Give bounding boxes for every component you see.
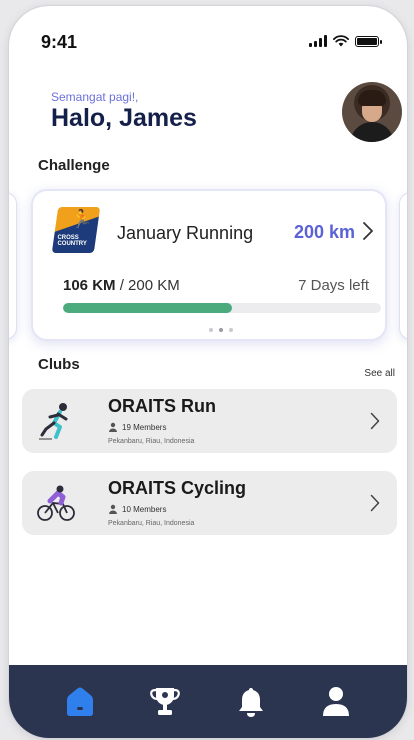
challenge-progress-fill — [63, 303, 232, 313]
club-members-count: 19 Members — [122, 422, 167, 432]
status-time: 9:41 — [41, 32, 78, 52]
home-icon — [66, 687, 93, 716]
trophy-icon — [150, 687, 181, 715]
phone-screen: 9:41 Semangat pagi!, Halo, James Challen… — [9, 6, 407, 738]
nav-notifications[interactable] — [229, 680, 273, 724]
challenge-card-next[interactable] — [399, 192, 407, 340]
chevron-right-icon[interactable] — [357, 217, 379, 245]
challenge-target: 200 km — [293, 222, 355, 242]
club-location: Pekanbaru, Riau, Indonesia — [108, 520, 195, 527]
profile-icon — [323, 686, 350, 716]
see-all-link[interactable]: See all — [364, 368, 395, 379]
member-icon — [109, 504, 117, 514]
challenge-section-title: Challenge — [38, 157, 110, 174]
challenge-name: January Running — [117, 223, 254, 243]
nav-home[interactable] — [58, 680, 102, 724]
greeting-subtitle: Semangat pagi!, — [51, 90, 139, 104]
club-card[interactable]: ORAITS Cycling 10 Members Pekanbaru, Ria… — [22, 471, 397, 535]
carousel-dot — [209, 328, 213, 332]
nav-trophy[interactable] — [143, 680, 187, 724]
chevron-right-icon[interactable] — [365, 491, 385, 515]
club-members-count: 10 Members — [122, 504, 167, 514]
runner-icon — [39, 403, 68, 440]
clubs-section-title: Clubs — [38, 356, 80, 373]
nav-profile[interactable] — [314, 680, 358, 724]
club-card[interactable]: ORAITS Run 19 Members Pekanbaru, Riau, I… — [22, 389, 397, 453]
challenge-card-previous[interactable] — [9, 192, 17, 340]
challenge-progress-total: / 200 KM — [115, 277, 180, 294]
challenge-card[interactable]: 🏃 CROSS COUNTRY January Running 200 km 1… — [31, 189, 387, 341]
carousel-indicator — [209, 328, 233, 332]
club-members: 19 Members — [108, 422, 166, 432]
club-members: 10 Members — [108, 504, 166, 514]
status-icons — [309, 35, 382, 47]
carousel-dot — [219, 328, 223, 332]
bell-icon — [238, 687, 263, 717]
chevron-right-icon[interactable] — [365, 409, 385, 433]
cross-country-badge-icon: 🏃 CROSS COUNTRY — [51, 207, 101, 253]
challenge-progress-bar — [63, 303, 381, 313]
signal-icon — [309, 35, 327, 47]
club-location: Pekanbaru, Riau, Indonesia — [108, 438, 195, 445]
member-icon — [109, 422, 117, 432]
greeting-name: Halo, James — [51, 104, 197, 132]
cyclist-icon — [37, 485, 75, 521]
carousel-dot — [229, 328, 233, 332]
wifi-icon — [333, 35, 349, 47]
challenge-progress-text: 106 KM / 200 KM — [63, 277, 180, 294]
club-name: ORAITS Run — [108, 396, 216, 416]
challenge-progress-done: 106 KM — [63, 277, 116, 294]
club-name: ORAITS Cycling — [108, 478, 247, 498]
battery-icon — [355, 35, 382, 47]
challenge-days-left: 7 Days left — [298, 277, 369, 294]
bottom-nav — [9, 665, 407, 738]
avatar[interactable] — [342, 82, 402, 142]
